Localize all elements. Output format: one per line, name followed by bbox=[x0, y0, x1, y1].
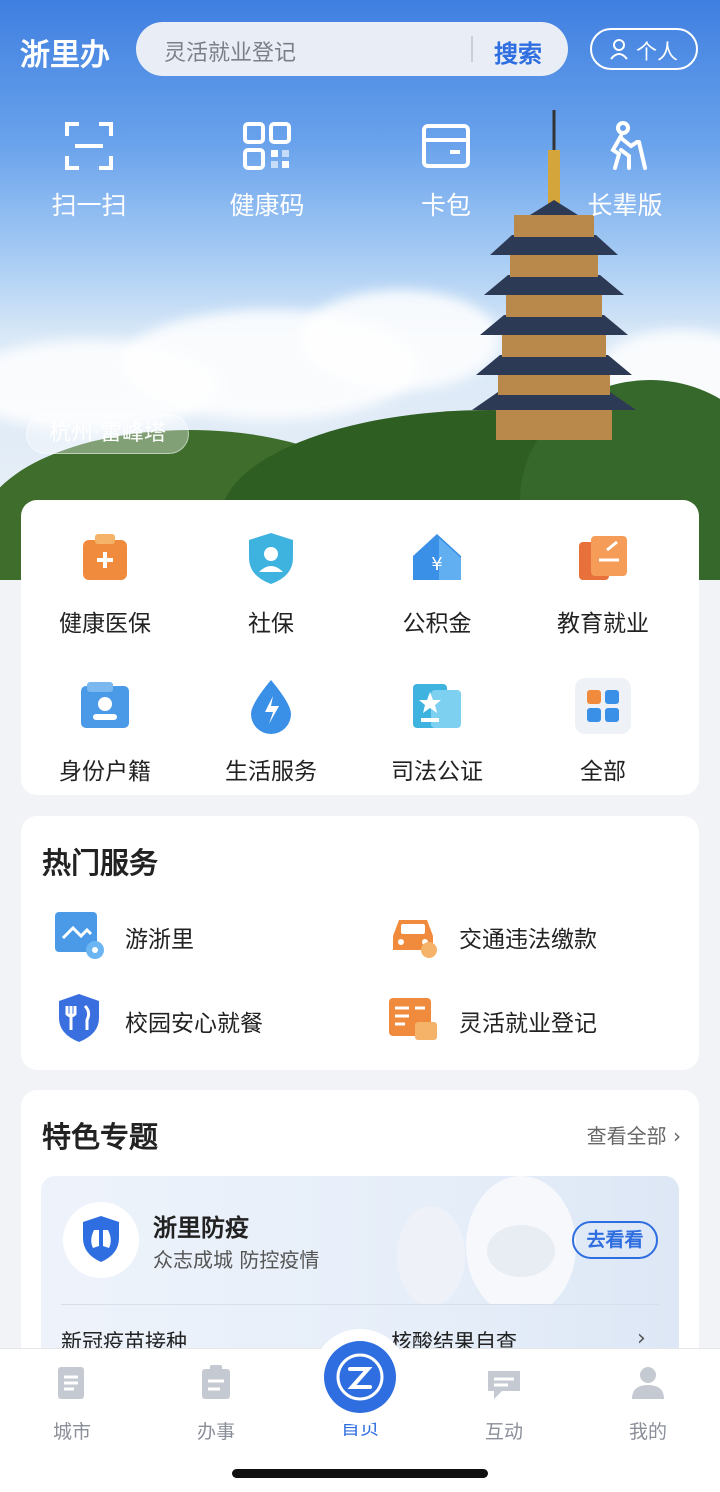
go-see-button[interactable]: 去看看 bbox=[572, 1221, 658, 1259]
hero-banner bbox=[0, 0, 720, 580]
card-wallet-icon bbox=[422, 124, 470, 168]
profile-label: 个人 bbox=[636, 40, 678, 64]
service-label: 身份户籍 bbox=[59, 759, 151, 785]
banner-subtitle: 众志成城 防控疫情 bbox=[153, 1248, 320, 1272]
view-all-link[interactable]: 查看全部 › bbox=[587, 1120, 681, 1149]
shield-lungs-icon bbox=[83, 1216, 119, 1262]
service-label: 公积金 bbox=[402, 611, 472, 637]
quick-action-card-wallet[interactable]: 卡包 bbox=[376, 120, 516, 222]
service-medical[interactable]: 健康医保 bbox=[21, 530, 189, 638]
service-all[interactable]: 全部 bbox=[519, 678, 687, 786]
top-bar: 浙里办 灵活就业登记 搜索 个人 bbox=[0, 20, 720, 80]
service-label: 全部 bbox=[580, 759, 626, 785]
bottom-tab-bar: 城市 办事 首页 互动 我的 bbox=[0, 1329, 720, 1492]
register-icon bbox=[389, 998, 437, 1040]
tab-interact[interactable]: 互动 bbox=[432, 1363, 576, 1444]
location-tag: 杭州·雷峰塔 bbox=[26, 414, 189, 454]
hot-item-campus-dining[interactable]: 校园安心就餐 bbox=[53, 988, 353, 1048]
service-label: 教育就业 bbox=[557, 611, 649, 637]
quick-action-label: 健康码 bbox=[229, 191, 305, 220]
svg-text:¥: ¥ bbox=[431, 554, 442, 575]
service-grid-card: 健康医保 社保 ¥ 公积金 教育就业 身份户籍 生活服务 司法公证 全部 bbox=[21, 500, 699, 795]
tab-label: 互动 bbox=[484, 1421, 523, 1443]
service-label: 社保 bbox=[248, 611, 294, 637]
scan-icon bbox=[65, 122, 113, 170]
tab-services[interactable]: 办事 bbox=[144, 1363, 288, 1444]
all-apps-icon bbox=[575, 678, 631, 734]
hot-item-flexible-employment[interactable]: 灵活就业登记 bbox=[387, 988, 687, 1048]
medical-worker-image bbox=[397, 1176, 576, 1304]
dining-icon bbox=[59, 994, 99, 1042]
search-button[interactable]: 搜索 bbox=[494, 34, 542, 69]
search-divider bbox=[471, 36, 473, 62]
service-identity[interactable]: 身份户籍 bbox=[21, 678, 189, 786]
app-logo: 浙里办 bbox=[20, 38, 110, 73]
hot-item-label: 灵活就业登记 bbox=[459, 1011, 597, 1037]
car-icon bbox=[393, 920, 437, 958]
person-icon bbox=[610, 39, 628, 60]
qrcode-icon bbox=[243, 122, 291, 170]
home-logo-icon bbox=[324, 1341, 396, 1413]
service-label: 司法公证 bbox=[391, 759, 483, 785]
service-justice[interactable]: 司法公证 bbox=[353, 678, 521, 786]
quick-action-label: 扫一扫 bbox=[51, 191, 127, 220]
search-bar[interactable]: 灵活就业登记 搜索 bbox=[136, 22, 568, 76]
person-icon bbox=[632, 1367, 664, 1399]
hot-services-title: 热门服务 bbox=[42, 846, 159, 880]
tab-mine[interactable]: 我的 bbox=[576, 1363, 720, 1444]
hot-item-label: 交通违法缴款 bbox=[459, 927, 597, 953]
hot-item-label: 游浙里 bbox=[125, 927, 194, 953]
tab-label: 办事 bbox=[196, 1421, 235, 1443]
medical-icon bbox=[83, 534, 127, 580]
epidemic-logo bbox=[63, 1202, 139, 1278]
service-life[interactable]: 生活服务 bbox=[187, 678, 355, 786]
social-security-icon bbox=[249, 533, 293, 584]
justice-icon bbox=[413, 684, 461, 728]
elder-icon bbox=[610, 121, 647, 170]
featured-title: 特色专题 bbox=[42, 1120, 159, 1154]
search-input[interactable]: 灵活就业登记 bbox=[164, 35, 296, 67]
quick-action-label: 卡包 bbox=[420, 191, 471, 220]
home-indicator bbox=[232, 1469, 488, 1478]
travel-icon bbox=[55, 912, 104, 959]
home-button[interactable] bbox=[312, 1329, 408, 1425]
view-all-label: 查看全部 bbox=[586, 1124, 667, 1148]
divider bbox=[61, 1304, 659, 1305]
chat-icon bbox=[488, 1371, 520, 1399]
tab-home[interactable]: 首页 bbox=[288, 1329, 432, 1440]
hot-item-label: 校园安心就餐 bbox=[125, 1011, 263, 1037]
banner-title: 浙里防疫 bbox=[153, 1214, 249, 1242]
city-icon bbox=[58, 1367, 84, 1399]
service-label: 健康医保 bbox=[59, 611, 151, 637]
service-label: 生活服务 bbox=[225, 759, 317, 785]
tab-label: 城市 bbox=[52, 1421, 91, 1443]
education-icon bbox=[579, 536, 627, 580]
quick-action-scan[interactable]: 扫一扫 bbox=[19, 120, 159, 222]
quick-action-label: 长辈版 bbox=[587, 191, 663, 220]
profile-button[interactable]: 个人 bbox=[590, 28, 698, 70]
clipboard-icon bbox=[202, 1365, 230, 1399]
housing-fund-icon: ¥ bbox=[413, 534, 461, 580]
service-social-security[interactable]: 社保 bbox=[187, 530, 355, 638]
quick-action-health-code[interactable]: 健康码 bbox=[197, 120, 337, 222]
quick-action-elder-mode[interactable]: 长辈版 bbox=[555, 120, 695, 222]
hot-item-traffic-fine[interactable]: 交通违法缴款 bbox=[387, 904, 687, 964]
identity-icon bbox=[81, 682, 129, 728]
chevron-right-icon: › bbox=[673, 1124, 681, 1148]
service-housing-fund[interactable]: ¥ 公积金 bbox=[353, 530, 521, 638]
hot-services-card: 热门服务 游浙里 交通违法缴款 校园安心就餐 灵活就业登记 bbox=[21, 816, 699, 1070]
life-service-icon bbox=[251, 680, 291, 734]
tab-label: 我的 bbox=[628, 1421, 667, 1443]
tab-city[interactable]: 城市 bbox=[0, 1363, 144, 1444]
hot-item-travel[interactable]: 游浙里 bbox=[53, 904, 353, 964]
service-education[interactable]: 教育就业 bbox=[519, 530, 687, 638]
